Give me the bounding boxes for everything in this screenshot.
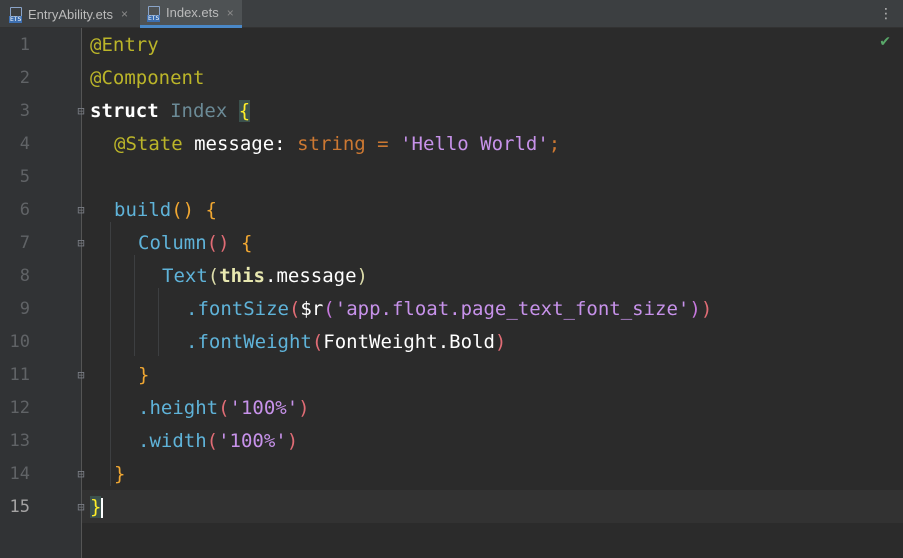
method-token: .fontSize	[186, 298, 289, 320]
brace-token: }	[114, 463, 126, 485]
property-token: message	[276, 265, 357, 287]
line-number: 15	[9, 497, 30, 517]
paren-token: )	[286, 430, 299, 452]
line-number: 9	[19, 299, 30, 319]
keyword-token: struct	[90, 100, 159, 122]
identifier-token: message	[194, 133, 275, 155]
fold-collapse-icon[interactable]: ⊟	[74, 104, 88, 118]
method-token: .height	[138, 397, 219, 419]
code-line-6[interactable]: build() {	[114, 194, 217, 227]
line-number: 13	[9, 431, 30, 451]
line-number: 1	[19, 35, 30, 55]
paren-token: (	[207, 265, 220, 287]
paren-token: )	[356, 265, 368, 287]
code-line-7[interactable]: Column() {	[138, 227, 252, 260]
line-number: 8	[19, 266, 30, 286]
paren-token: )	[298, 397, 310, 419]
paren-token: (	[218, 397, 230, 419]
paren-token: ()	[171, 199, 195, 221]
code-line-9[interactable]: .fontSize($r('app.float.page_text_font_s…	[186, 293, 712, 326]
string-token: 'app.float.page_text_font_size'	[334, 298, 690, 320]
code-line-2[interactable]: @Component	[90, 62, 204, 95]
paren-token: )	[700, 298, 713, 320]
string-token: '100%'	[229, 397, 299, 419]
dot-token: .	[264, 265, 277, 287]
fold-collapse-icon[interactable]: ⊟	[74, 236, 88, 250]
colon-token: :	[274, 133, 286, 155]
enum-token: FontWeight	[323, 331, 438, 353]
paren-token: ()	[206, 232, 230, 254]
method-token: .width	[138, 430, 207, 452]
line-number: 12	[9, 398, 30, 418]
tab-label: Index.ets	[166, 5, 219, 20]
function-token: build	[114, 199, 172, 221]
tab-entryability[interactable]: EntryAbility.ets ×	[9, 0, 135, 28]
line-number: 14	[9, 464, 30, 484]
close-icon[interactable]: ×	[121, 7, 128, 21]
inspection-ok-icon[interactable]: ✔	[879, 34, 891, 50]
ets-file-icon	[147, 5, 161, 22]
line-number: 10	[9, 332, 30, 352]
paren-token: (	[311, 331, 324, 353]
this-keyword-token: this	[219, 265, 265, 287]
type-token: string	[297, 133, 366, 155]
brace-token: {	[205, 199, 217, 221]
string-token: '100%'	[218, 430, 287, 452]
resource-fn-token: $r	[300, 298, 324, 320]
line-number: 7	[19, 233, 30, 253]
code-line-8[interactable]: Text(this.message)	[162, 260, 368, 293]
more-options-icon[interactable]: ⋮	[879, 6, 893, 22]
tab-label: EntryAbility.ets	[28, 6, 114, 22]
component-token: Column	[138, 232, 207, 254]
indent-guide	[134, 255, 135, 356]
fold-end-icon[interactable]: ⊟	[74, 500, 88, 514]
ets-file-icon	[9, 7, 23, 23]
matched-brace-token: }	[90, 496, 102, 518]
dot-token: .	[437, 331, 450, 353]
paren-token: )	[494, 331, 507, 353]
component-token: Text	[162, 265, 208, 287]
paren-token: )	[689, 298, 701, 320]
line-number: 11	[9, 365, 30, 385]
fold-collapse-icon[interactable]: ⊟	[74, 203, 88, 217]
code-line-11[interactable]: }	[138, 359, 149, 392]
brace-token: {	[240, 232, 253, 254]
paren-token: (	[323, 298, 335, 320]
brace-token: }	[138, 364, 150, 386]
operator-token: =	[377, 133, 389, 155]
annotation-token: @Component	[90, 67, 205, 89]
annotation-token: @Entry	[90, 34, 159, 56]
method-token: .fontWeight	[186, 331, 312, 353]
struct-name-token: Index	[170, 100, 228, 122]
text-caret	[101, 497, 104, 518]
line-number: 6	[19, 200, 30, 220]
current-line-highlight	[82, 490, 903, 523]
semicolon-token: ;	[548, 133, 561, 155]
code-line-3[interactable]: struct Index {	[90, 95, 251, 128]
code-line-1[interactable]: @Entry	[90, 29, 159, 62]
code-line-10[interactable]: .fontWeight(FontWeight.Bold)	[186, 326, 506, 359]
string-token: 'Hello World'	[400, 133, 549, 155]
indent-guide	[158, 288, 159, 356]
paren-token: (	[206, 430, 219, 452]
fold-end-icon[interactable]: ⊟	[74, 467, 88, 481]
line-number: 3	[19, 101, 30, 121]
enum-member-token: Bold	[449, 331, 495, 353]
fold-end-icon[interactable]: ⊟	[74, 368, 88, 382]
code-line-14[interactable]: }	[114, 458, 125, 491]
code-line-13[interactable]: .width('100%')	[138, 425, 298, 458]
line-number: 4	[19, 134, 30, 154]
code-line-12[interactable]: .height('100%')	[138, 392, 310, 425]
editor-tab-bar: EntryAbility.ets × Index.ets × ⋮	[0, 0, 903, 28]
code-line-4[interactable]: @State message: string = 'Hello World';	[114, 128, 560, 161]
close-icon[interactable]: ×	[227, 6, 234, 20]
matched-brace-token: {	[238, 100, 251, 122]
paren-token: (	[288, 298, 301, 320]
annotation-token: @State	[114, 133, 183, 155]
indent-guide	[110, 222, 111, 486]
code-line-15[interactable]: }	[90, 491, 104, 524]
tab-index[interactable]: Index.ets ×	[140, 0, 242, 28]
line-number: 5	[19, 167, 30, 187]
line-number: 2	[19, 68, 30, 88]
